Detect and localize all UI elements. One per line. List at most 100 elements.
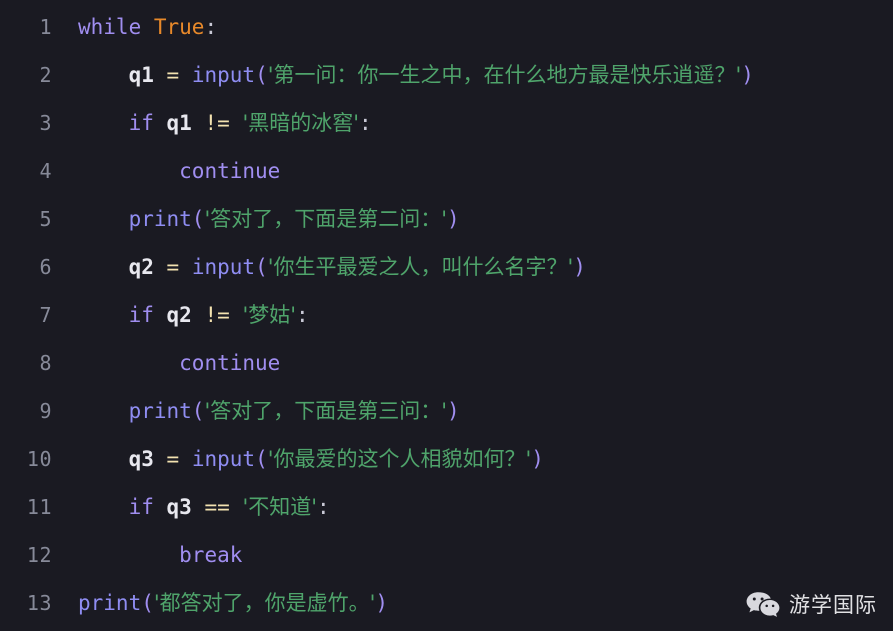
code-line-content[interactable]: while True:	[52, 3, 893, 51]
code-line-content[interactable]: q2 = input('你生平最爱之人，叫什么名字？')	[52, 243, 893, 291]
code-line-content[interactable]: if q1 != '黑暗的冰窖':	[52, 99, 893, 147]
code-token: break	[179, 543, 243, 567]
code-line[interactable]: 9 print('答对了，下面是第三问：')	[0, 387, 893, 435]
code-token: print	[128, 399, 192, 423]
code-token: q2	[166, 303, 192, 327]
code-token: while	[78, 15, 142, 39]
code-token: '你最爱的这个人相貌如何？'	[267, 447, 532, 471]
code-line-content[interactable]: q3 = input('你最爱的这个人相貌如何？')	[52, 435, 893, 483]
code-line[interactable]: 2 q1 = input('第一问：你一生之中，在什么地方最是快乐逍遥？')	[0, 51, 893, 99]
code-token: q2	[128, 255, 154, 279]
code-line[interactable]: 1 while True:	[0, 3, 893, 51]
code-token: (	[141, 591, 154, 615]
line-number: 10	[26, 447, 52, 471]
code-line-content[interactable]: continue	[52, 339, 893, 387]
code-token: (	[255, 255, 268, 279]
code-line[interactable]: 7 if q2 != '梦姑':	[0, 291, 893, 339]
code-line-content[interactable]: print('答对了，下面是第二问：')	[52, 195, 893, 243]
watermark-label: 游学国际	[789, 593, 877, 617]
code-line[interactable]: 6 q2 = input('你生平最爱之人，叫什么名字？')	[0, 243, 893, 291]
code-token: input	[191, 255, 256, 279]
code-line[interactable]: 5 print('答对了，下面是第二问：')	[0, 195, 893, 243]
code-token: q1	[166, 111, 192, 135]
code-token: input	[191, 447, 256, 471]
line-number: 8	[39, 351, 52, 375]
code-token: continue	[179, 159, 281, 183]
code-token: !=	[204, 111, 230, 135]
code-token: )	[531, 447, 544, 471]
code-token: :	[295, 303, 309, 327]
wechat-icon	[746, 591, 780, 617]
code-line-content[interactable]: print('答对了，下面是第三问：')	[52, 387, 893, 435]
code-token: )	[447, 399, 460, 423]
code-token: (	[255, 447, 268, 471]
code-token: q1	[128, 63, 154, 87]
code-token: :	[316, 495, 330, 519]
code-token: =	[166, 63, 180, 87]
code-token: '都答对了，你是虚竹。'	[153, 591, 376, 615]
line-number: 6	[39, 255, 52, 279]
code-token: if	[128, 495, 154, 519]
code-line-content[interactable]: continue	[52, 147, 893, 195]
code-editor: 1 while True: 2 q1 = input('第一问：你一生之中，在什么地…	[0, 0, 893, 631]
code-token: if	[128, 111, 154, 135]
line-number: 3	[39, 111, 52, 135]
watermark: 游学国际	[746, 589, 877, 619]
code-token: '第一问：你一生之中，在什么地方最是快乐逍遥？'	[267, 63, 742, 87]
code-token: )	[447, 207, 460, 231]
code-token: '答对了，下面是第三问：'	[204, 399, 447, 423]
code-token: (	[255, 63, 268, 87]
code-line[interactable]: 10 q3 = input('你最爱的这个人相貌如何？')	[0, 435, 893, 483]
code-token: :	[358, 111, 372, 135]
line-number: 1	[39, 15, 52, 39]
line-number: 13	[26, 591, 52, 615]
code-line-content[interactable]: if q2 != '梦姑':	[52, 291, 893, 339]
code-line[interactable]: 3 if q1 != '黑暗的冰窖':	[0, 99, 893, 147]
code-token: '答对了，下面是第二问：'	[204, 207, 447, 231]
code-token: q3	[166, 495, 192, 519]
code-line-content[interactable]: q1 = input('第一问：你一生之中，在什么地方最是快乐逍遥？')	[52, 51, 893, 99]
code-token: '梦姑'	[242, 303, 296, 327]
code-token: =	[166, 447, 180, 471]
code-token: '黑暗的冰窖'	[242, 111, 359, 135]
code-line-list: 1 while True: 2 q1 = input('第一问：你一生之中，在什么地…	[0, 3, 893, 627]
code-token: ==	[204, 495, 230, 519]
code-token: '不知道'	[242, 495, 317, 519]
code-token: (	[191, 207, 205, 231]
code-token: !=	[204, 303, 230, 327]
code-token: )	[375, 591, 389, 615]
code-line-content[interactable]: break	[52, 531, 893, 579]
line-number: 12	[26, 543, 52, 567]
code-line[interactable]: 8 continue	[0, 339, 893, 387]
code-line[interactable]: 12 break	[0, 531, 893, 579]
code-line[interactable]: 4 continue	[0, 147, 893, 195]
line-number: 7	[39, 303, 52, 327]
code-token: q3	[128, 447, 154, 471]
code-token: print	[78, 591, 142, 615]
code-token: continue	[179, 351, 281, 375]
code-line-content[interactable]: if q3 == '不知道':	[52, 483, 893, 531]
code-token: if	[128, 303, 154, 327]
code-line[interactable]: 11 if q3 == '不知道':	[0, 483, 893, 531]
